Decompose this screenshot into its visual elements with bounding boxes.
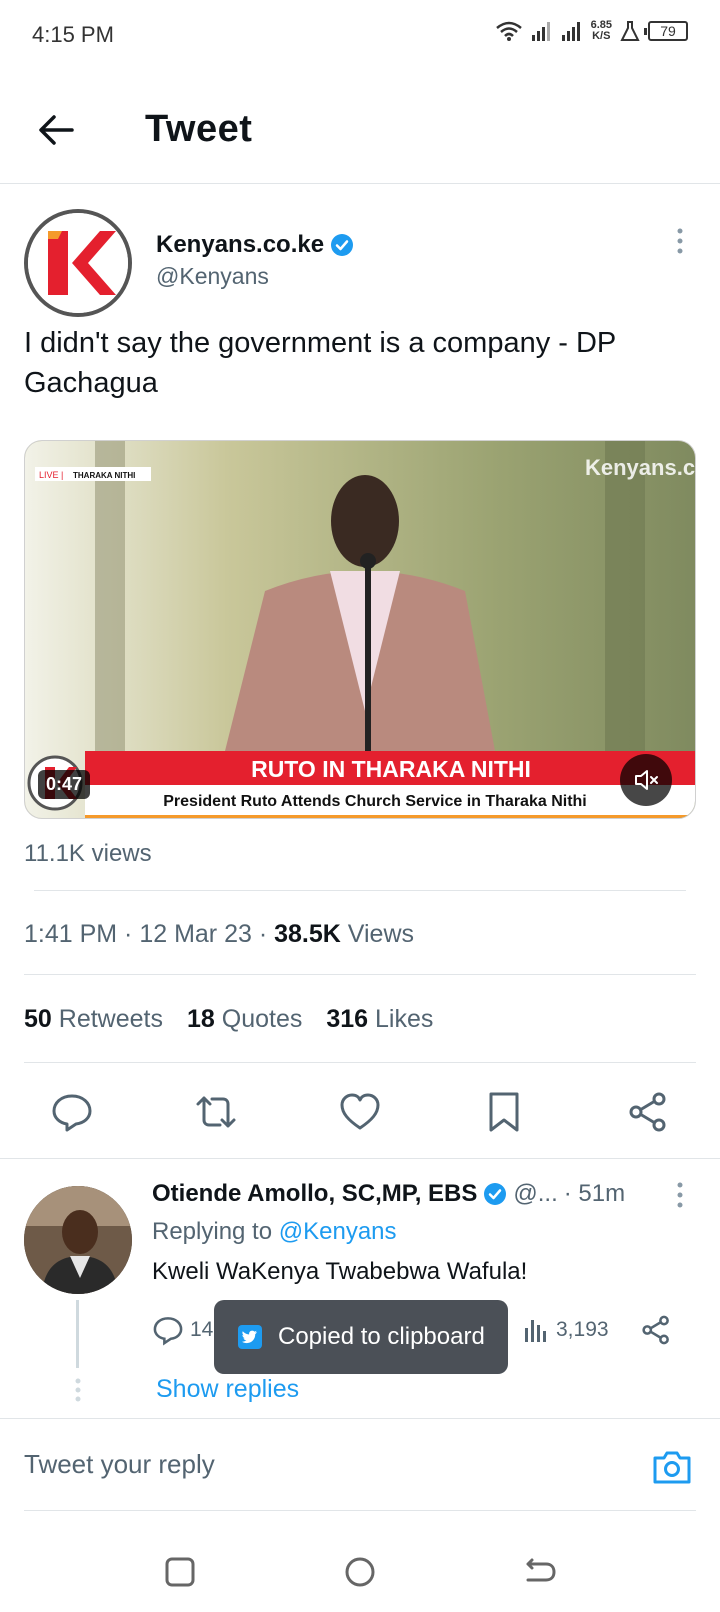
lab-icon (620, 21, 640, 41)
retweets-label: Retweets (58, 1005, 163, 1033)
reply-reply-count: 14 (190, 1318, 214, 1341)
divider (34, 890, 686, 891)
video-watermark: Kenyans.co.ke (585, 455, 696, 480)
reply-composer: Tweet your reply (0, 1418, 720, 1510)
reply-reply-button[interactable]: 14 (152, 1310, 213, 1350)
likes-count: 316 (326, 1005, 369, 1033)
reply-views-count: 3,193 (556, 1318, 609, 1341)
network-speed: 6.85 K/S (591, 20, 612, 42)
video-views: 11.1K views (24, 840, 152, 867)
quotes-label: Quotes (221, 1005, 303, 1033)
thread-dots-icon (75, 1378, 81, 1402)
reply-icon[interactable] (50, 1090, 94, 1134)
reply-icon (153, 1317, 183, 1346)
muted-speaker-icon (635, 770, 658, 790)
replying-prefix: Replying to (152, 1218, 279, 1245)
reply-author-handle[interactable]: @... (513, 1180, 557, 1208)
status-time: 4:15 PM (32, 22, 114, 47)
reply-author-name[interactable]: Otiende Amollo, SC,MP, EBS (152, 1180, 477, 1208)
retweets-stat[interactable]: 50 Retweets (24, 1005, 163, 1034)
quotes-count: 18 (186, 1005, 215, 1033)
divider (24, 1510, 696, 1511)
video-duration: 0:47 (38, 770, 91, 799)
toast-message: Copied to clipboard (278, 1323, 485, 1350)
like-heart-icon[interactable] (338, 1090, 382, 1134)
likes-label: Likes (375, 1005, 434, 1033)
banner-subtitle: President Ruto Attends Church Service in… (163, 793, 587, 810)
system-back-icon[interactable] (520, 1552, 560, 1592)
reply-author-avatar[interactable] (24, 1186, 132, 1294)
replying-to: Replying to @Kenyans (152, 1218, 397, 1246)
tweet-timestamp: 1:41 PM · 12 Mar 23 · 38.5K Views (24, 920, 414, 949)
views-label: Views (340, 920, 415, 948)
bookmark-icon[interactable] (482, 1090, 526, 1134)
likes-stat[interactable]: 316 Likes (326, 1005, 433, 1034)
video-player[interactable]: LIVE | THARAKA NITHI Kenyans.co.ke RUTO … (24, 440, 696, 819)
header: Tweet (0, 72, 720, 184)
location-tag: THARAKA NITHI (73, 471, 135, 480)
banner-title: RUTO IN THARAKA NITHI (251, 756, 531, 782)
replying-handle-link[interactable]: @Kenyans (279, 1218, 397, 1245)
share-icon[interactable] (626, 1090, 670, 1134)
tweet-text: I didn't say the government is a company… (24, 327, 616, 399)
back-arrow-icon[interactable] (34, 108, 78, 152)
verified-badge-icon (484, 1183, 507, 1205)
retweet-icon[interactable] (194, 1090, 238, 1134)
recent-apps-icon[interactable] (160, 1552, 200, 1592)
reply-share-button[interactable] (640, 1310, 672, 1350)
quotes-stat[interactable]: 18 Quotes (187, 1005, 302, 1034)
mute-button[interactable] (620, 754, 672, 806)
video-frame: LIVE | THARAKA NITHI Kenyans.co.ke RUTO … (25, 441, 696, 818)
signal-icon (531, 22, 550, 41)
author-name-text: Kenyans.co.ke (156, 231, 325, 258)
show-replies-link[interactable]: Show replies (156, 1375, 299, 1404)
net-speed-unit: K/S (592, 30, 611, 42)
live-tag: LIVE | (39, 470, 63, 480)
tweet-actions (0, 1090, 720, 1136)
retweets-count: 50 (24, 1005, 52, 1033)
divider (24, 974, 696, 975)
views-count: 38.5K (274, 920, 341, 948)
reply-header: Otiende Amollo, SC,MP, EBS @... · 51m (152, 1180, 625, 1208)
divider (24, 1062, 696, 1063)
divider (0, 1158, 720, 1159)
avatar-photo (24, 1186, 132, 1294)
reply-time: · 51m (563, 1180, 626, 1207)
twitter-bird-icon (238, 1325, 262, 1349)
more-options-icon[interactable] (670, 226, 690, 256)
more-options-icon[interactable] (670, 1180, 690, 1210)
author-handle[interactable]: @Kenyans (156, 263, 269, 290)
author-avatar[interactable] (24, 209, 132, 317)
verified-badge-icon (331, 234, 354, 256)
author-name[interactable]: Kenyans.co.ke (156, 231, 354, 259)
signal-icon (561, 22, 580, 41)
reply-text: Kweli WaKenya Twabebwa Wafula! (152, 1258, 528, 1285)
wifi-icon (495, 21, 522, 41)
tweet-stats: 50 Retweets 18 Quotes 316 Likes (24, 1005, 433, 1034)
kenyans-logo-icon (28, 213, 128, 313)
views-chart-icon (525, 1320, 546, 1342)
camera-icon[interactable] (652, 1449, 692, 1485)
reply-input[interactable]: Tweet your reply (24, 1449, 215, 1480)
system-nav-bar (0, 1530, 720, 1612)
timestamp-text: 1:41 PM · 12 Mar 23 · (24, 920, 275, 948)
home-icon[interactable] (340, 1552, 380, 1592)
battery-icon: 79 (644, 21, 688, 41)
copied-toast: Copied to clipboard (214, 1300, 508, 1374)
share-icon (642, 1315, 669, 1345)
page-title: Tweet (145, 108, 253, 150)
status-icons: 6.85 K/S 79 (495, 20, 688, 42)
status-bar: 4:15 PM 6.85 K/S 79 (0, 0, 720, 72)
reply-views-button[interactable]: 3,193 (522, 1310, 609, 1350)
